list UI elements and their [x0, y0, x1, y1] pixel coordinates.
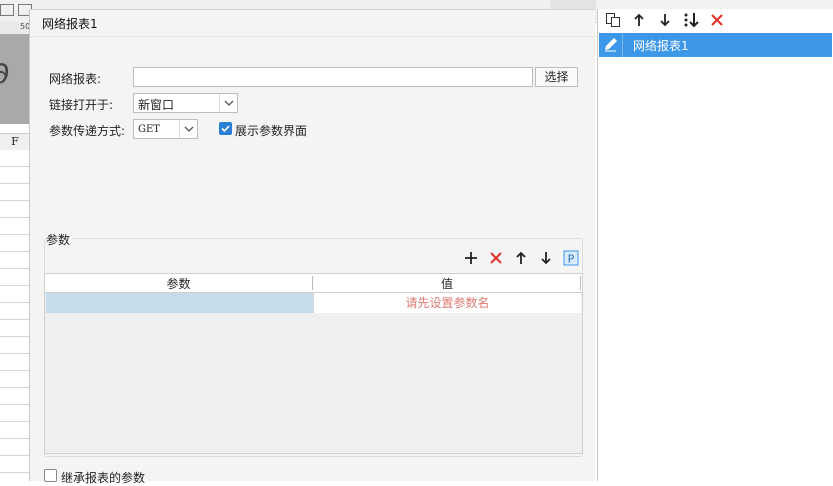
copy-icon[interactable] — [605, 12, 621, 28]
param-value-cell[interactable]: 请先设置参数名 — [313, 293, 581, 313]
arrow-down-icon[interactable] — [657, 12, 673, 28]
list-item-label: 网络报表1 — [633, 39, 689, 53]
arrow-up-icon[interactable] — [631, 12, 647, 28]
select-button[interactable]: 选择 — [535, 67, 578, 87]
show-params-checkbox[interactable] — [219, 122, 232, 135]
table-header: 参数 值 — [45, 274, 582, 293]
spreadsheet-grid[interactable] — [0, 150, 30, 481]
check-icon — [221, 125, 230, 133]
column-header-value[interactable]: 值 — [313, 275, 581, 292]
open-in-select[interactable]: 新窗口 — [133, 93, 238, 113]
pencil-icon[interactable] — [599, 33, 623, 57]
param-method-value: GET — [138, 124, 160, 135]
svg-text:P: P — [568, 253, 575, 266]
network-report-input[interactable] — [133, 67, 533, 87]
column-header-param[interactable]: 参数 — [45, 275, 312, 292]
network-report-label: 网络报表: — [49, 72, 102, 86]
chevron-down-icon[interactable] — [219, 94, 237, 112]
delete-icon[interactable] — [488, 250, 504, 266]
show-params-label[interactable]: 展示参数界面 — [235, 122, 307, 139]
open-in-label: 链接打开于: — [49, 98, 114, 112]
column-divider[interactable] — [580, 276, 581, 290]
column-header[interactable]: F — [0, 133, 30, 151]
grid-icon[interactable] — [0, 4, 14, 16]
open-in-value: 新窗口 — [138, 98, 175, 112]
params-group-label: 参数 — [46, 231, 74, 248]
chevron-down-icon[interactable] — [179, 120, 197, 138]
param-name-cell[interactable] — [46, 293, 313, 313]
ruler: 50 — [0, 22, 30, 34]
cell-preview: ∂ — [0, 34, 30, 124]
arrow-up-icon[interactable] — [513, 250, 529, 266]
background-strip — [597, 0, 833, 9]
sort-down-icon[interactable] — [683, 12, 699, 28]
add-icon[interactable] — [463, 250, 479, 266]
hyperlink-dialog: 网络报表1 网络报表: 选择 链接打开于: 新窗口 参数传递方式: GET 展示… — [29, 9, 596, 485]
delete-icon[interactable] — [709, 12, 725, 28]
param-p-icon[interactable]: P — [563, 250, 579, 266]
params-table: 参数 值 请先设置参数名 — [44, 273, 583, 454]
param-method-label: 参数传递方式: — [49, 124, 126, 138]
inherit-params-label[interactable]: 继承报表的参数 — [61, 469, 145, 486]
list-item[interactable]: 网络报表1 — [599, 33, 832, 57]
background-strip — [550, 0, 596, 9]
dialog-title: 网络报表1 — [42, 17, 98, 31]
inherit-params-checkbox[interactable] — [44, 469, 57, 482]
link-icon: ∂ — [0, 56, 10, 91]
title-divider — [30, 36, 596, 37]
param-method-select[interactable]: GET — [133, 119, 198, 139]
arrow-down-icon[interactable] — [538, 250, 554, 266]
hyperlink-list-panel: 网络报表1 — [597, 9, 833, 481]
